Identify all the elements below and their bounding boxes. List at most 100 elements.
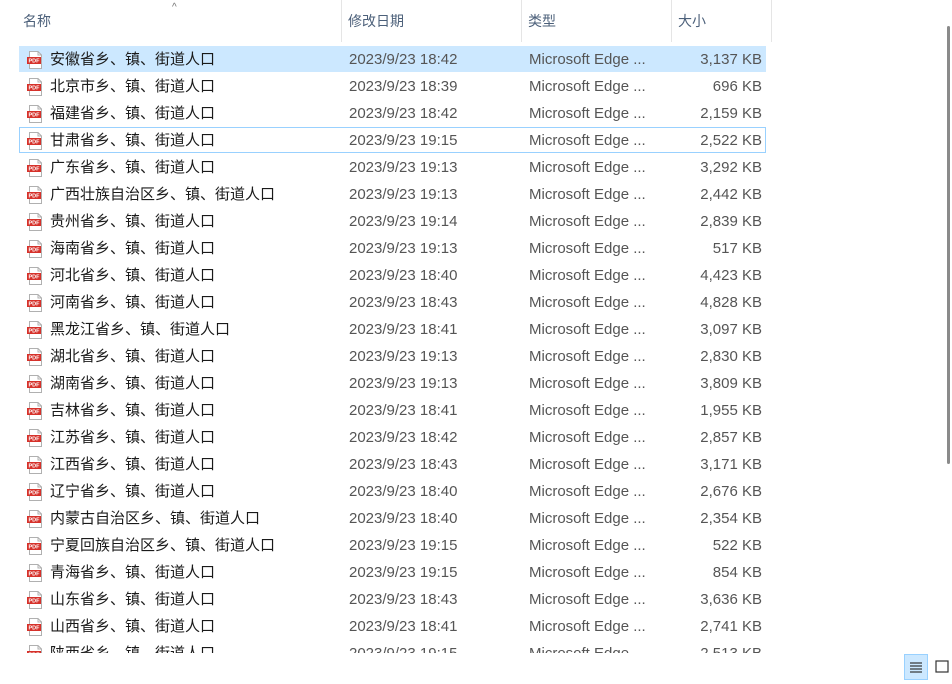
file-name: 广西壮族自治区乡、镇、街道人口	[50, 182, 275, 208]
file-size: 4,828 KB	[700, 290, 762, 316]
file-modified-date: 2023/9/23 18:42	[349, 47, 457, 73]
file-row[interactable]: PDF福建省乡、镇、街道人口2023/9/23 18:42Microsoft E…	[19, 100, 766, 126]
pdf-file-icon: PDF	[26, 618, 44, 636]
file-row[interactable]: PDF山西省乡、镇、街道人口2023/9/23 18:41Microsoft E…	[19, 613, 766, 639]
file-modified-date: 2023/9/23 18:41	[349, 614, 457, 640]
file-row[interactable]: PDF河北省乡、镇、街道人口2023/9/23 18:40Microsoft E…	[19, 262, 766, 288]
svg-text:PDF: PDF	[29, 59, 41, 65]
sort-ascending-icon: ^	[172, 2, 177, 14]
file-name: 江苏省乡、镇、街道人口	[50, 425, 215, 451]
file-name: 海南省乡、镇、街道人口	[50, 236, 215, 262]
pdf-file-icon: PDF	[26, 645, 44, 653]
file-row[interactable]: PDF辽宁省乡、镇、街道人口2023/9/23 18:40Microsoft E…	[19, 478, 766, 504]
file-row[interactable]: PDF青海省乡、镇、街道人口2023/9/23 19:15Microsoft E…	[19, 559, 766, 585]
file-type: Microsoft Edge ...	[529, 290, 646, 316]
file-modified-date: 2023/9/23 19:13	[349, 236, 457, 262]
svg-text:PDF: PDF	[29, 572, 41, 578]
file-row[interactable]: PDF湖南省乡、镇、街道人口2023/9/23 19:13Microsoft E…	[19, 370, 766, 396]
file-size: 2,676 KB	[700, 479, 762, 505]
file-row[interactable]: PDF广东省乡、镇、街道人口2023/9/23 19:13Microsoft E…	[19, 154, 766, 180]
file-modified-date: 2023/9/23 19:14	[349, 209, 457, 235]
file-size: 3,809 KB	[700, 371, 762, 397]
file-size: 3,292 KB	[700, 155, 762, 181]
file-size: 2,522 KB	[700, 128, 762, 154]
file-row[interactable]: PDF湖北省乡、镇、街道人口2023/9/23 19:13Microsoft E…	[19, 343, 766, 369]
file-row[interactable]: PDF黑龙江省乡、镇、街道人口2023/9/23 18:41Microsoft …	[19, 316, 766, 342]
file-modified-date: 2023/9/23 18:39	[349, 74, 457, 100]
file-row[interactable]: PDF北京市乡、镇、街道人口2023/9/23 18:39Microsoft E…	[19, 73, 766, 99]
file-row[interactable]: PDF广西壮族自治区乡、镇、街道人口2023/9/23 19:13Microso…	[19, 181, 766, 207]
file-row[interactable]: PDF江苏省乡、镇、街道人口2023/9/23 18:42Microsoft E…	[19, 424, 766, 450]
file-type: Microsoft Edge ...	[529, 47, 646, 73]
file-type: Microsoft Edge ...	[529, 128, 646, 154]
file-type: Microsoft Edge ...	[529, 587, 646, 613]
pdf-file-icon: PDF	[26, 402, 44, 420]
svg-text:PDF: PDF	[29, 491, 41, 497]
file-row[interactable]: PDF贵州省乡、镇、街道人口2023/9/23 19:14Microsoft E…	[19, 208, 766, 234]
file-row[interactable]: PDF海南省乡、镇、街道人口2023/9/23 19:13Microsoft E…	[19, 235, 766, 261]
file-name: 贵州省乡、镇、街道人口	[50, 209, 215, 235]
file-row[interactable]: PDF 陕西省乡、镇、街道人口 2023/9/23 19:15 Microsoft E…	[19, 640, 766, 653]
svg-text:PDF: PDF	[29, 329, 41, 335]
pdf-file-icon: PDF	[26, 537, 44, 555]
file-type: Microsoft Edge ...	[529, 155, 646, 181]
file-name: 辽宁省乡、镇、街道人口	[50, 479, 215, 505]
column-header-bar: 名称 ^ 修改日期 类型 大小	[0, 0, 772, 42]
large-icons-view-button[interactable]	[932, 654, 952, 680]
vertical-scrollbar[interactable]	[944, 0, 952, 652]
file-row[interactable]: PDF甘肃省乡、镇、街道人口2023/9/23 19:15Microsoft E…	[19, 127, 766, 153]
svg-text:PDF: PDF	[29, 383, 41, 389]
file-name: 甘肃省乡、镇、街道人口	[50, 128, 215, 154]
pdf-file-icon: PDF	[26, 105, 44, 123]
file-type: Microsoft Edge ...	[529, 182, 646, 208]
file-size: 4,423 KB	[700, 263, 762, 289]
file-size: 1,955 KB	[700, 398, 762, 424]
file-modified-date: 2023/9/23 19:15	[349, 533, 457, 559]
pdf-file-icon: PDF	[26, 483, 44, 501]
file-row[interactable]: PDF吉林省乡、镇、街道人口2023/9/23 18:41Microsoft E…	[19, 397, 766, 423]
file-modified-date: 2023/9/23 19:15	[349, 128, 457, 154]
pdf-file-icon: PDF	[26, 159, 44, 177]
svg-text:PDF: PDF	[29, 356, 41, 362]
file-name: 宁夏回族自治区乡、镇、街道人口	[50, 533, 275, 559]
file-row[interactable]: PDF山东省乡、镇、街道人口2023/9/23 18:43Microsoft E…	[19, 586, 766, 612]
details-view-button[interactable]	[904, 654, 928, 680]
file-row[interactable]: PDF宁夏回族自治区乡、镇、街道人口2023/9/23 19:15Microso…	[19, 532, 766, 558]
pdf-file-icon: PDF	[26, 240, 44, 258]
large-icons-view-icon	[932, 654, 952, 678]
file-row[interactable]: PDF河南省乡、镇、街道人口2023/9/23 18:43Microsoft E…	[19, 289, 766, 315]
column-header-size[interactable]: 大小	[672, 0, 772, 42]
column-header-modified[interactable]: 修改日期	[342, 0, 522, 42]
file-type: Microsoft Edge ...	[529, 641, 646, 653]
file-size: 3,636 KB	[700, 587, 762, 613]
file-modified-date: 2023/9/23 18:42	[349, 425, 457, 451]
file-row[interactable]: PDF江西省乡、镇、街道人口2023/9/23 18:43Microsoft E…	[19, 451, 766, 477]
file-modified-date: 2023/9/23 18:40	[349, 479, 457, 505]
file-type: Microsoft Edge ...	[529, 209, 646, 235]
file-name: 河北省乡、镇、街道人口	[50, 263, 215, 289]
scrollbar-thumb[interactable]	[947, 26, 950, 464]
details-view-icon	[905, 655, 927, 679]
file-type: Microsoft Edge ...	[529, 425, 646, 451]
pdf-file-icon: PDF	[26, 591, 44, 609]
file-name: 陕西省乡、镇、街道人口	[50, 641, 215, 653]
file-modified-date: 2023/9/23 18:43	[349, 587, 457, 613]
file-row[interactable]: PDF内蒙古自治区乡、镇、街道人口2023/9/23 18:40Microsof…	[19, 505, 766, 531]
file-name: 福建省乡、镇、街道人口	[50, 101, 215, 127]
file-modified-date: 2023/9/23 19:15	[349, 641, 457, 653]
pdf-file-icon: PDF	[26, 78, 44, 96]
file-name: 安徽省乡、镇、街道人口	[50, 47, 215, 73]
file-type: Microsoft Edge ...	[529, 344, 646, 370]
file-row[interactable]: PDF 安徽省乡、镇、街道人口 2023/9/23 18:42 Microsoft E…	[19, 46, 766, 72]
file-modified-date: 2023/9/23 18:43	[349, 452, 457, 478]
svg-text:PDF: PDF	[29, 275, 41, 281]
svg-text:PDF: PDF	[29, 410, 41, 416]
pdf-file-icon: PDF	[26, 294, 44, 312]
column-header-name[interactable]: 名称	[17, 0, 342, 42]
svg-text:PDF: PDF	[29, 113, 41, 119]
file-size: 2,442 KB	[700, 182, 762, 208]
svg-text:PDF: PDF	[29, 518, 41, 524]
column-header-type[interactable]: 类型	[522, 0, 672, 42]
file-type: Microsoft Edge ...	[529, 101, 646, 127]
file-name: 湖北省乡、镇、街道人口	[50, 344, 215, 370]
